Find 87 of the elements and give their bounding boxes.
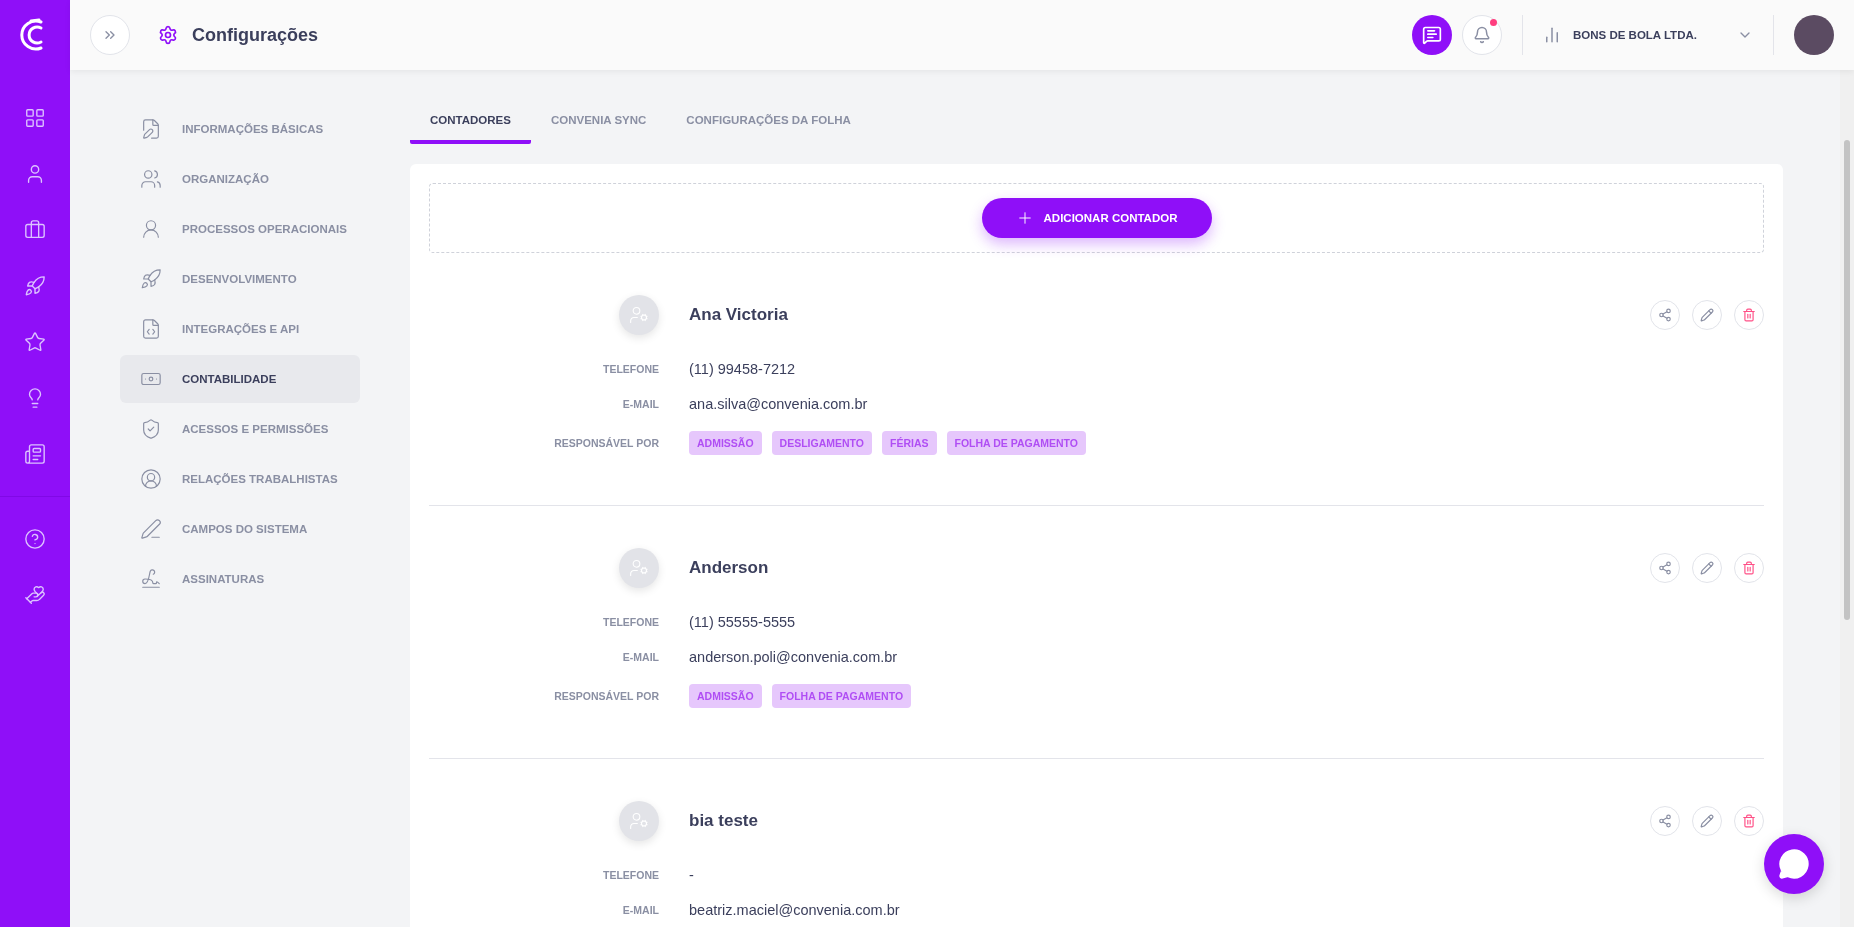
delete-button[interactable] xyxy=(1734,553,1764,583)
share-icon xyxy=(1658,561,1672,575)
tag: ADMISSÃO xyxy=(689,684,762,708)
avatar-icon xyxy=(619,295,659,335)
contact-name: Ana Victoria xyxy=(689,305,788,325)
user-circle-icon xyxy=(140,468,162,490)
bell-icon xyxy=(1473,26,1491,44)
tag: FOLHA DE PAGAMENTO xyxy=(946,431,1086,455)
expand-button[interactable] xyxy=(90,15,130,55)
pencil-icon xyxy=(1700,561,1714,575)
field-value: ana.silva@convenia.com.br xyxy=(689,395,869,412)
contact-name: Anderson xyxy=(689,558,769,578)
rocket-icon xyxy=(140,268,162,290)
user-avatar[interactable] xyxy=(1794,15,1834,55)
notifications-button[interactable] xyxy=(1462,15,1502,55)
settings-nav-item[interactable]: ORGANIZAÇÃO xyxy=(120,155,360,203)
delete-button[interactable] xyxy=(1734,300,1764,330)
settings-icon xyxy=(158,25,178,45)
grid-icon xyxy=(24,107,46,129)
field-value: - xyxy=(689,866,695,883)
avatar-icon xyxy=(619,548,659,588)
settings-nav-item[interactable]: ASSINATURAS xyxy=(120,555,360,603)
share-icon xyxy=(1658,814,1672,828)
tag: ADMISSÃO xyxy=(689,431,762,455)
company-selector[interactable]: BONS DE BOLA LTDA. xyxy=(1543,26,1753,44)
settings-nav-item[interactable]: CAMPOS DO SISTEMA xyxy=(120,505,360,553)
rocket-icon xyxy=(24,275,46,297)
hand-heart-icon xyxy=(24,584,46,606)
tab[interactable]: CONTADORES xyxy=(410,106,531,144)
file-edit-icon xyxy=(140,118,162,140)
settings-nav-item[interactable]: PROCESSOS OPERACIONAIS xyxy=(120,205,360,253)
delete-button[interactable] xyxy=(1734,806,1764,836)
settings-nav-item[interactable]: RELAÇÕES TRABALHISTAS xyxy=(120,455,360,503)
trash-icon xyxy=(1742,308,1756,322)
settings-nav-item[interactable]: DESENVOLVIMENTO xyxy=(120,255,360,303)
field-label: E-MAIL xyxy=(622,903,659,916)
star-icon xyxy=(24,331,46,353)
page-title: Configurações xyxy=(192,24,319,46)
field-value: beatriz.maciel@convenia.com.br xyxy=(689,901,901,918)
field-label: RESPONSÁVEL POR xyxy=(554,690,659,702)
chat-widget-button[interactable] xyxy=(1764,834,1824,894)
trash-icon xyxy=(1742,814,1756,828)
contact-name: bia teste xyxy=(689,811,758,831)
field-label: RESPONSÁVEL POR xyxy=(554,437,659,449)
tag: FOLHA DE PAGAMENTO xyxy=(771,684,912,708)
share-button[interactable] xyxy=(1650,300,1680,330)
field-value: (11) 55555-5555 xyxy=(689,613,797,630)
scrollbar-thumb[interactable] xyxy=(1844,140,1850,620)
chat-icon xyxy=(1422,25,1442,45)
edit-button[interactable] xyxy=(1692,300,1722,330)
field-value: anderson.poli@convenia.com.br xyxy=(689,648,899,665)
edit-button[interactable] xyxy=(1692,553,1722,583)
pen-icon xyxy=(140,518,162,540)
signature-icon xyxy=(140,568,162,590)
settings-nav-item[interactable]: CONTABILIDADE xyxy=(120,355,360,403)
share-button[interactable] xyxy=(1650,553,1680,583)
help-icon xyxy=(24,528,46,550)
pencil-icon xyxy=(1700,814,1714,828)
avatar-icon xyxy=(619,801,659,841)
field-label: TELEFONE xyxy=(603,362,659,375)
bar-chart-icon xyxy=(1543,26,1561,44)
field-label: E-MAIL xyxy=(622,397,659,410)
share-button[interactable] xyxy=(1650,806,1680,836)
chat-button[interactable] xyxy=(1412,15,1452,55)
tab[interactable]: CONVENIA SYNC xyxy=(530,106,667,144)
tag: DESLIGAMENTO xyxy=(771,431,872,455)
user-icon xyxy=(140,218,162,240)
shield-check-icon xyxy=(140,418,162,440)
notification-dot xyxy=(1490,19,1497,26)
field-label: E-MAIL xyxy=(622,650,659,663)
field-value: (11) 99458-7212 xyxy=(689,360,797,377)
settings-nav-item[interactable]: ACESSOS E PERMISSÕES xyxy=(120,405,360,453)
add-accountant-button[interactable]: ADICIONAR CONTADOR xyxy=(981,198,1212,238)
settings-nav-item[interactable]: INTEGRAÇÕES E API xyxy=(120,305,360,353)
pencil-icon xyxy=(1700,308,1714,322)
settings-nav-item[interactable]: INFORMAÇÕES BÁSICAS xyxy=(120,105,360,153)
code-file-icon xyxy=(140,318,162,340)
tab[interactable]: CONFIGURAÇÕES DA FOLHA xyxy=(666,106,871,144)
speech-bubble-icon xyxy=(1778,848,1810,880)
edit-button[interactable] xyxy=(1692,806,1722,836)
field-label: TELEFONE xyxy=(603,615,659,628)
users-icon xyxy=(140,168,162,190)
share-icon xyxy=(1658,308,1672,322)
field-label: TELEFONE xyxy=(603,868,659,881)
briefcase-icon xyxy=(24,219,46,241)
tag: FÉRIAS xyxy=(882,431,937,455)
trash-icon xyxy=(1742,561,1756,575)
